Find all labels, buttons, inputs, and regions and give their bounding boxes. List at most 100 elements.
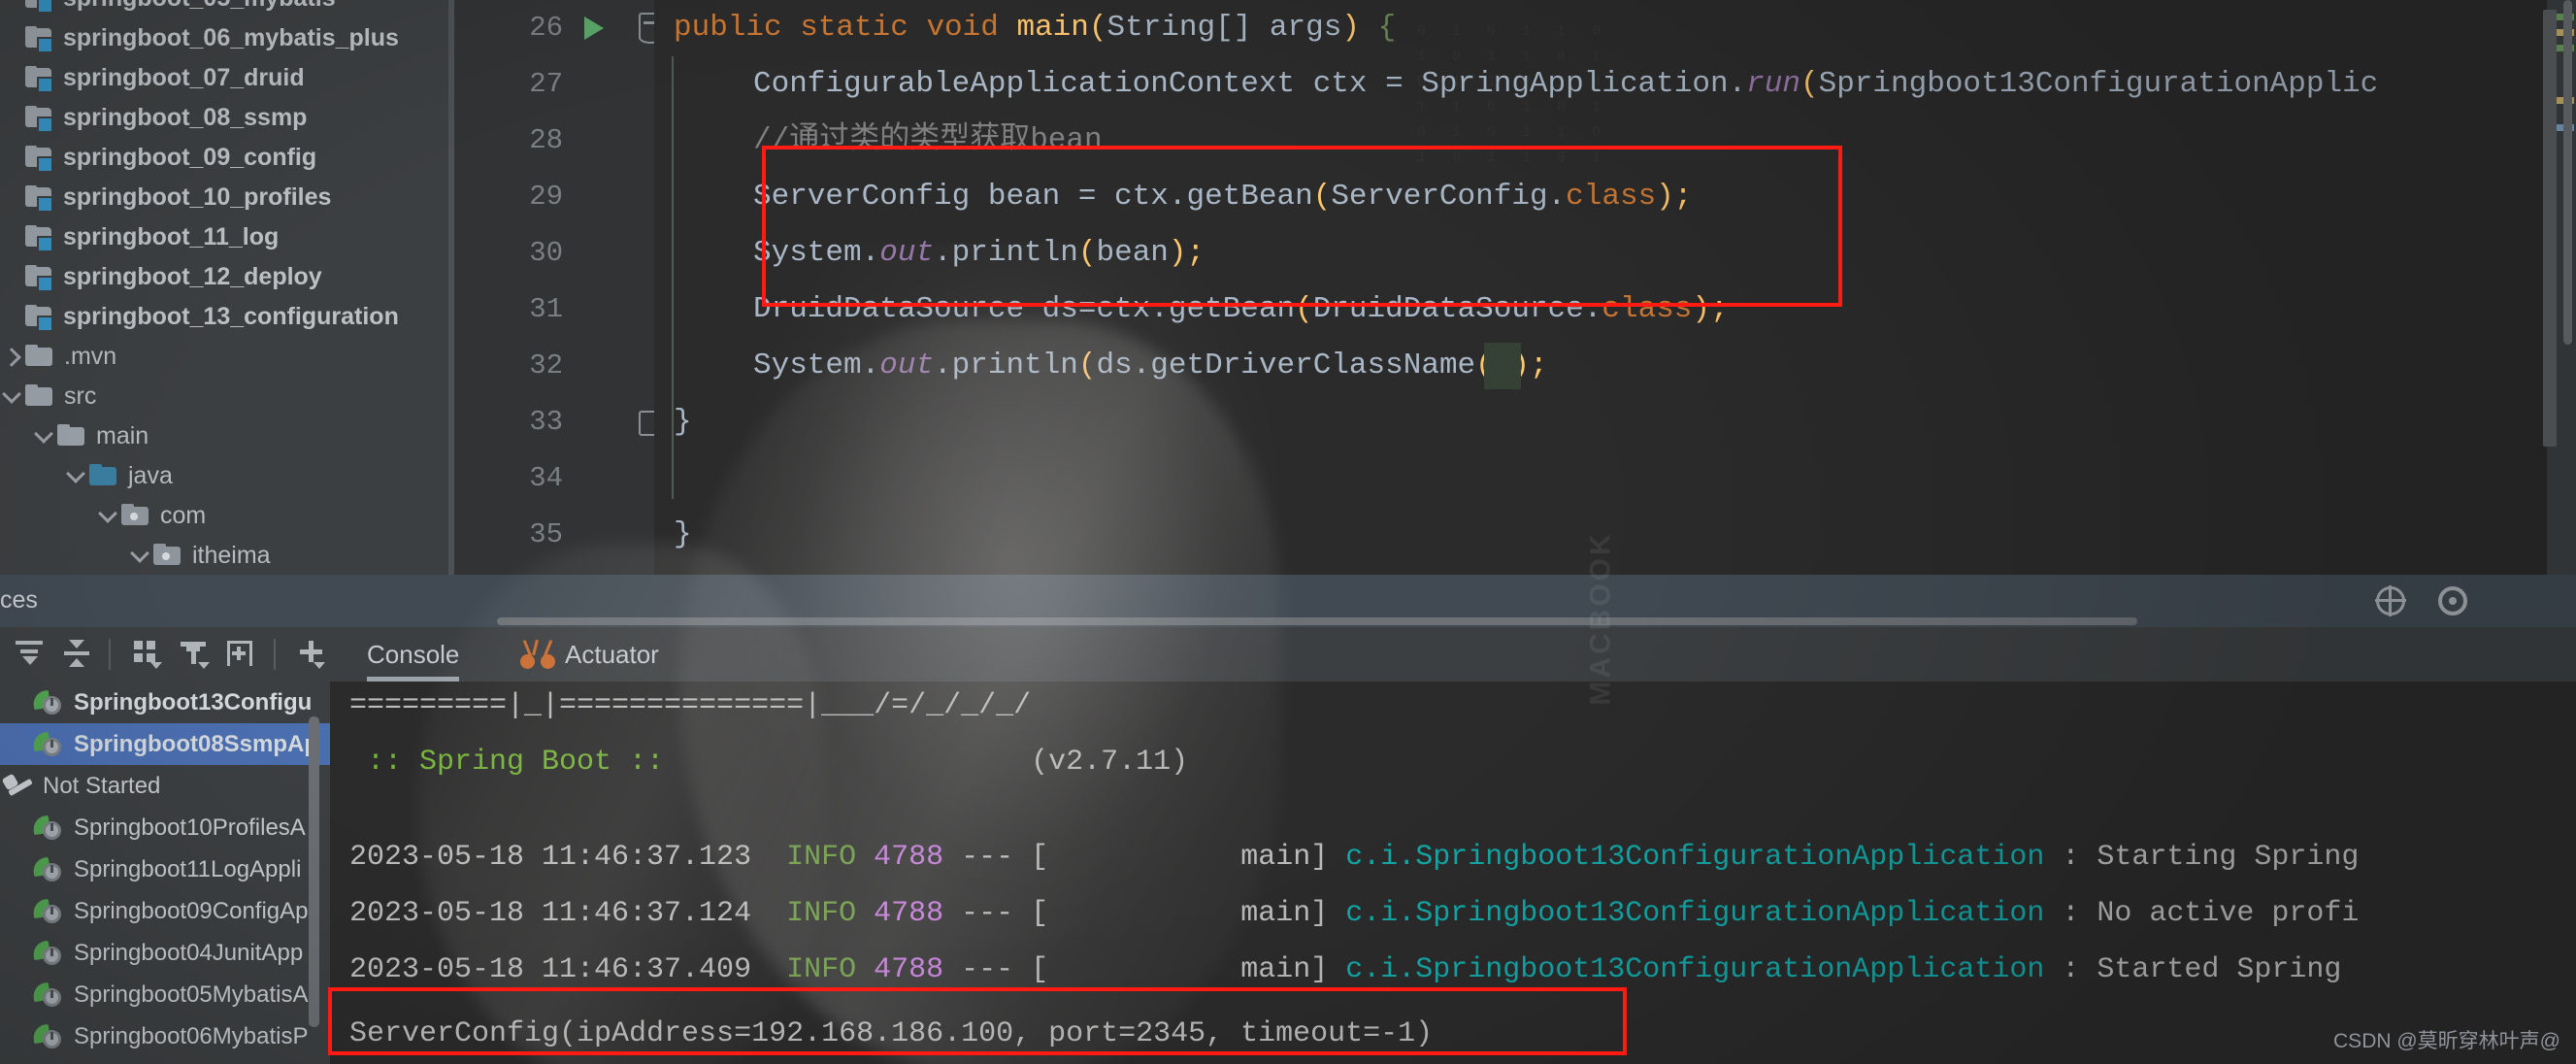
new-tab-button[interactable] <box>225 639 258 670</box>
tree-item-label: springboot_11_log <box>63 223 280 250</box>
code-line[interactable]: } <box>674 507 692 563</box>
console-token: 2023-05-18 11:46:37.124 <box>349 897 787 930</box>
code-line[interactable]: DruidDataSource ds=ctx.getBean(DruidData… <box>753 282 1729 338</box>
tree-item-springboot-13-configuration[interactable]: springboot_13_configuration <box>0 297 409 337</box>
run-list-scrollbar[interactable] <box>309 682 319 1064</box>
run-config-item-springboot09configap[interactable]: Springboot09ConfigAp <box>0 890 330 932</box>
project-tree-scroll-thumb[interactable] <box>2563 0 2572 345</box>
code-token: out <box>879 349 935 382</box>
chevron-down-icon[interactable] <box>64 463 87 488</box>
run-config-item-springboot05mybatisa[interactable]: Springboot05MybatisA <box>0 974 330 1015</box>
code-token: class <box>1566 180 1657 214</box>
run-config-label: Springboot09ConfigAp <box>74 897 309 924</box>
folder-icon <box>25 384 54 409</box>
tree-item-springboot-06-mybatis-plus[interactable]: springboot_06_mybatis_plus <box>0 18 409 58</box>
locate-icon[interactable] <box>2375 585 2406 616</box>
console-token <box>856 841 874 874</box>
code-token: System. <box>753 236 880 270</box>
tab-actuator[interactable]: Actuator <box>520 627 659 682</box>
code-token: ( <box>1077 349 1097 382</box>
project-tree-panel[interactable]: springboot_05_mybatis springboot_06_mybat… <box>0 0 448 575</box>
chevron-down-icon[interactable] <box>128 543 151 568</box>
code-token: ConfigurableApplicationContext ctx = Spr… <box>753 67 1747 101</box>
spring-boot-icon <box>31 981 66 1009</box>
tree-item-springboot-10-profiles[interactable]: springboot_10_profiles <box>0 178 341 217</box>
project-tree-scrollbar[interactable] <box>2563 0 2572 575</box>
gear-icon[interactable] <box>2438 586 2467 615</box>
tab-console[interactable]: Console <box>367 627 460 682</box>
chevron-down-icon[interactable] <box>96 503 119 528</box>
tree-item-springboot-08-ssmp[interactable]: springboot_08_ssmp <box>0 98 316 138</box>
code-line[interactable]: System.out.println(ds.getDriverClassName… <box>753 338 1548 394</box>
code-token: ) <box>1168 236 1187 270</box>
editor-scrollbar-thumb[interactable] <box>2543 10 2557 447</box>
tree-item-springboot-05-mybatis[interactable]: springboot_05_mybatis <box>0 0 346 18</box>
console-token: INFO <box>786 841 857 874</box>
group-by-button[interactable] <box>132 639 165 670</box>
console-log-line: 2023-05-18 11:46:37.409 INFO 4788 --- [ … <box>349 949 2341 990</box>
console-token: main] <box>1048 953 1346 986</box>
tree-item-springboot-09-config[interactable]: springboot_09_config <box>0 138 326 178</box>
run-config-item-springboot08ssmpap[interactable]: Springboot08SsmpAp <box>0 723 330 765</box>
console-output[interactable]: =========|_|==============|___/=/_/_/_/ … <box>330 682 2576 1064</box>
console-token: main] <box>1048 841 1346 874</box>
tree-item-src[interactable]: src <box>0 377 106 416</box>
tree-item-label: .mvn <box>64 343 117 370</box>
tree-item-springboot-07-druid[interactable]: springboot_07_druid <box>0 58 314 98</box>
chevron-right-icon[interactable] <box>0 346 23 369</box>
folder-icon <box>57 424 86 449</box>
code-line[interactable]: public static void main(String[] args) { <box>674 0 1396 56</box>
editor-left-strip <box>448 0 454 575</box>
console-token: c.i.Springboot13ConfigurationApplication <box>1345 897 2045 930</box>
tree-item-springboot-12-deploy[interactable]: springboot_12_deploy <box>0 257 332 297</box>
run-gutter-icon[interactable] <box>584 17 604 40</box>
editor-horizontal-scrollbar[interactable] <box>497 617 2137 625</box>
indent-guide <box>672 56 674 499</box>
run-config-item-not started[interactable]: Not Started <box>0 765 330 807</box>
editor-code-area[interactable]: public static void main(String[] args) {… <box>654 0 2576 575</box>
tree-item--mvn[interactable]: .mvn <box>0 337 126 377</box>
tree-item-main[interactable]: main <box>32 416 158 456</box>
tree-item-springboot-11-log[interactable]: springboot_11_log <box>0 217 288 257</box>
code-line[interactable]: ConfigurableApplicationContext ctx = Spr… <box>753 56 2378 113</box>
soft-wrap-button[interactable] <box>60 639 93 670</box>
run-toolbar[interactable] <box>0 627 347 682</box>
run-config-item-springboot04junitapp[interactable]: Springboot04JunitApp <box>0 932 330 974</box>
run-tabs-bar[interactable]: Console Actuator <box>347 627 2576 682</box>
code-token: } <box>674 405 692 439</box>
run-config-item-springboot11logappli[interactable]: Springboot11LogAppli <box>0 848 330 890</box>
package-folder-icon <box>121 504 150 528</box>
code-line[interactable]: //通过类的类型获取bean <box>753 113 1103 169</box>
code-line[interactable]: ServerConfig bean = ctx.getBean(ServerCo… <box>753 169 1692 225</box>
run-list-scroll-thumb[interactable] <box>309 716 319 1027</box>
run-configurations-list[interactable]: Springboot13Configu Springboot08SsmpAp Not… <box>0 682 330 1064</box>
chevron-down-icon[interactable] <box>0 383 23 409</box>
add-button[interactable] <box>297 639 330 670</box>
toolbar-separator <box>274 639 276 670</box>
run-config-item-springboot13configu[interactable]: Springboot13Configu <box>0 682 330 723</box>
scroll-to-end-button[interactable] <box>14 639 47 670</box>
tree-item-com[interactable]: com <box>96 496 215 536</box>
code-line[interactable]: System.out.println(bean); <box>753 225 1205 282</box>
run-config-item-springboot06mybatisp[interactable]: Springboot06MybatisP <box>0 1015 330 1057</box>
code-token: ServerConfig. <box>1331 180 1567 214</box>
console-token: 2023-05-18 11:46:37.123 <box>349 841 787 874</box>
tree-twisty-spacer <box>0 306 23 329</box>
code-editor[interactable]: 26 27 28 29 30 31 32 33 34 35 public static void … <box>448 0 2576 575</box>
spring-boot-icon <box>31 731 66 758</box>
module-folder-icon <box>25 224 54 252</box>
console-token: 2023-05-18 11:46:37.409 <box>349 953 787 986</box>
tree-item-java[interactable]: java <box>64 456 182 496</box>
tree-item-itheima[interactable]: itheima <box>128 536 281 575</box>
run-config-label: Springboot11LogAppli <box>74 855 302 882</box>
filter-icon[interactable] <box>179 639 212 670</box>
console-token: INFO <box>786 953 857 986</box>
console-token: c.i.Springboot13ConfigurationApplication <box>1345 841 2045 874</box>
code-line[interactable]: } <box>674 394 692 450</box>
run-config-item-springboot07druidap[interactable]: ✖Springboot07DruidAp <box>0 1057 330 1064</box>
chevron-down-icon[interactable] <box>32 423 55 449</box>
editor-gutter[interactable]: 26 27 28 29 30 31 32 33 34 35 <box>448 0 666 575</box>
spring-boot-icon <box>31 898 66 925</box>
run-config-item-springboot10profilesa[interactable]: Springboot10ProfilesA <box>0 807 330 848</box>
code-token: System. <box>753 349 880 382</box>
